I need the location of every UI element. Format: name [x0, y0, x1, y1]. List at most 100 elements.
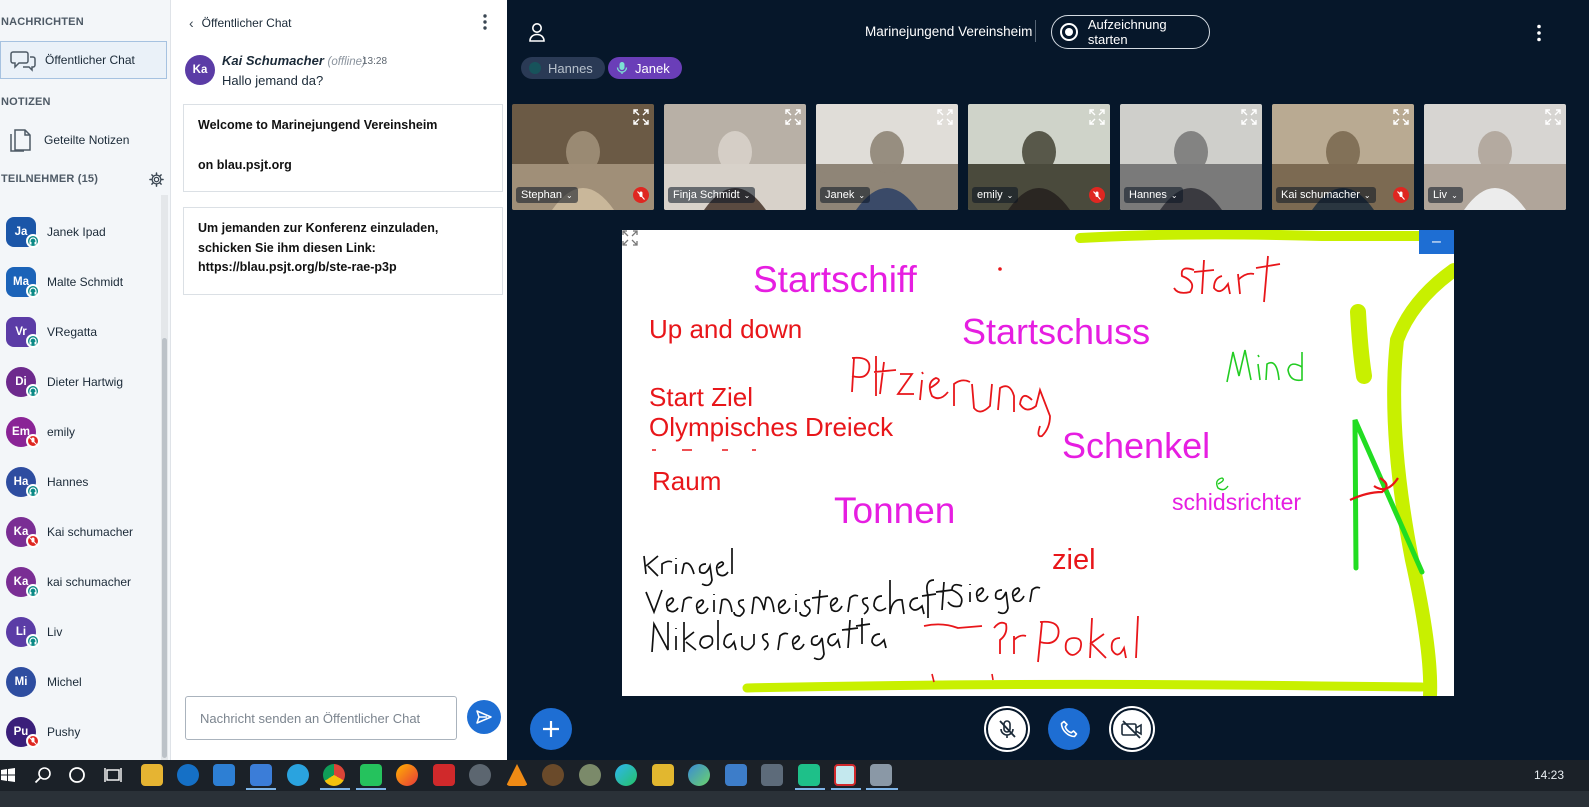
user-icon[interactable] — [528, 22, 546, 42]
participant-row[interactable]: Ja Janek Ipad — [0, 207, 160, 257]
active-app-indicator — [795, 788, 825, 790]
audio-button[interactable] — [1048, 708, 1090, 750]
cortana-icon[interactable] — [68, 766, 86, 784]
app-icon-green[interactable] — [798, 764, 820, 786]
chevron-down-icon: ⌄ — [743, 190, 751, 200]
video-tile-name[interactable]: Kai schumacher ⌄ — [1276, 187, 1376, 203]
app-icon-olive[interactable] — [579, 764, 601, 786]
participant-scroll-thumb[interactable] — [162, 338, 167, 758]
wb-text-ziel: ziel — [1052, 544, 1096, 576]
invite-link[interactable]: https://blau.psjt.org/b/ste-rae-p3p — [198, 258, 488, 278]
participant-row[interactable]: Ka kai schumacher — [0, 557, 160, 607]
chat-back-button[interactable]: ‹ Öffentlicher Chat — [189, 14, 292, 32]
video-tile-name[interactable]: Hannes ⌄ — [1124, 187, 1183, 203]
clock[interactable]: 14:23 — [1534, 768, 1564, 782]
participant-row[interactable]: Ka Kai schumacher — [0, 507, 160, 557]
welcome-line-1: Welcome to Marinejungend Vereinsheim — [198, 118, 438, 132]
chat-message-input[interactable] — [185, 696, 457, 740]
pdf-reader-icon[interactable] — [433, 764, 455, 786]
video-tile[interactable]: Liv ⌄ — [1424, 104, 1566, 210]
active-app-indicator — [831, 788, 861, 790]
video-tile[interactable]: Janek ⌄ — [816, 104, 958, 210]
participant-list[interactable]: Ja Janek Ipad Ma Malte Schmidt Vr VRegatta Di D… — [0, 195, 161, 770]
actions-button[interactable] — [530, 708, 572, 750]
app-icon-ship[interactable] — [725, 764, 747, 786]
participant-row[interactable]: Ha Hannes — [0, 457, 160, 507]
invite-message: Um jemanden zur Konferenz einzuladen, sc… — [183, 207, 503, 295]
video-tile[interactable]: emily ⌄ — [968, 104, 1110, 210]
video-tile-name[interactable]: Stephan ⌄ — [516, 187, 578, 203]
video-tile-name[interactable]: Finja Schmidt ⌄ — [668, 187, 756, 203]
video-tile[interactable]: Finja Schmidt ⌄ — [664, 104, 806, 210]
file-explorer-icon[interactable] — [141, 764, 163, 786]
video-tile[interactable]: Stephan ⌄ — [512, 104, 654, 210]
telegram-icon[interactable] — [287, 764, 309, 786]
os-taskbar: 14:23 — [0, 760, 1589, 791]
participant-row[interactable]: Vr VRegatta — [0, 307, 160, 357]
game-icon[interactable] — [542, 764, 564, 786]
task-view-icon[interactable] — [104, 766, 122, 784]
headphones-icon — [26, 584, 40, 598]
send-button[interactable] — [467, 700, 501, 734]
fullscreen-icon[interactable] — [937, 109, 953, 125]
participant-row[interactable]: Li Liv — [0, 607, 160, 657]
participant-row[interactable]: Pu Pushy — [0, 707, 160, 757]
store-icon[interactable] — [213, 764, 235, 786]
participant-row[interactable]: Di Dieter Hartwig — [0, 357, 160, 407]
search-icon[interactable] — [34, 766, 52, 784]
app-icon-sailboat[interactable] — [870, 764, 892, 786]
kebab-menu-icon[interactable] — [481, 13, 489, 31]
talker-indicator-hannes[interactable]: Hannes — [521, 57, 605, 79]
app-icon-blue[interactable] — [177, 764, 199, 786]
mail-app-icon[interactable] — [250, 764, 272, 786]
message-author-status: (offline) — [327, 56, 366, 68]
desktop-strip — [0, 791, 1589, 807]
edge-icon[interactable] — [615, 764, 637, 786]
app-icon-yellow[interactable] — [652, 764, 674, 786]
video-tile[interactable]: Kai schumacher ⌄ — [1272, 104, 1414, 210]
fullscreen-icon[interactable] — [1241, 109, 1257, 125]
wb-text-tonnen: Tonnen — [834, 490, 956, 531]
chevron-down-icon: ⌄ — [1363, 190, 1371, 200]
plus-icon — [543, 721, 559, 737]
fullscreen-icon[interactable] — [1393, 109, 1409, 125]
video-tile[interactable]: Hannes ⌄ — [1120, 104, 1262, 210]
wb-text-start-ziel: Start Ziel — [649, 382, 754, 412]
microphone-muted-icon — [26, 534, 40, 548]
app-icon-colorwheel[interactable] — [688, 764, 710, 786]
fullscreen-icon[interactable] — [633, 109, 649, 125]
vlc-icon[interactable] — [506, 764, 528, 786]
video-tile-name[interactable]: Janek ⌄ — [820, 187, 871, 203]
whatsapp-icon[interactable] — [360, 764, 382, 786]
record-button[interactable]: Aufzeichnung starten — [1051, 15, 1210, 49]
windows-start-icon[interactable] — [1, 768, 15, 782]
participant-row[interactable]: Mi Michel — [0, 657, 160, 707]
minimize-presentation-button[interactable]: – — [1419, 230, 1454, 254]
participant-row[interactable]: Em emily — [0, 407, 160, 457]
welcome-message: Welcome to Marinejungend Vereinsheim on … — [183, 104, 503, 192]
sidebar-item-shared-notes[interactable]: Geteilte Notizen — [0, 121, 167, 159]
fullscreen-icon[interactable] — [1545, 109, 1561, 125]
microphone-muted-icon — [26, 734, 40, 748]
unmute-button[interactable] — [986, 708, 1028, 750]
fullscreen-icon[interactable] — [1089, 109, 1105, 125]
fullscreen-icon[interactable] — [785, 109, 801, 125]
app-icon-grey[interactable] — [469, 764, 491, 786]
kebab-menu-icon[interactable] — [1535, 23, 1543, 43]
chrome-icon[interactable] — [323, 764, 345, 786]
public-chat-label: Öffentlicher Chat — [45, 53, 135, 67]
camera-button[interactable] — [1111, 708, 1153, 750]
whiteboard[interactable]: Startschiff Startschuss Up and down Star… — [622, 230, 1454, 696]
gear-icon[interactable] — [149, 172, 164, 187]
talker-indicator-janek[interactable]: Janek — [608, 57, 682, 79]
participant-name: Michel — [47, 675, 82, 689]
video-tile-name[interactable]: Liv ⌄ — [1428, 187, 1463, 203]
sidebar-item-public-chat[interactable]: Öffentlicher Chat — [0, 41, 167, 79]
video-tile-name[interactable]: emily ⌄ — [972, 187, 1019, 203]
participant-row[interactable]: Ma Malte Schmidt — [0, 257, 160, 307]
fullscreen-icon[interactable] — [622, 230, 638, 246]
app-icon-cyan[interactable] — [834, 764, 856, 786]
firefox-icon[interactable] — [396, 764, 418, 786]
app-icon-tools[interactable] — [761, 764, 783, 786]
chevron-left-icon: ‹ — [189, 15, 194, 31]
